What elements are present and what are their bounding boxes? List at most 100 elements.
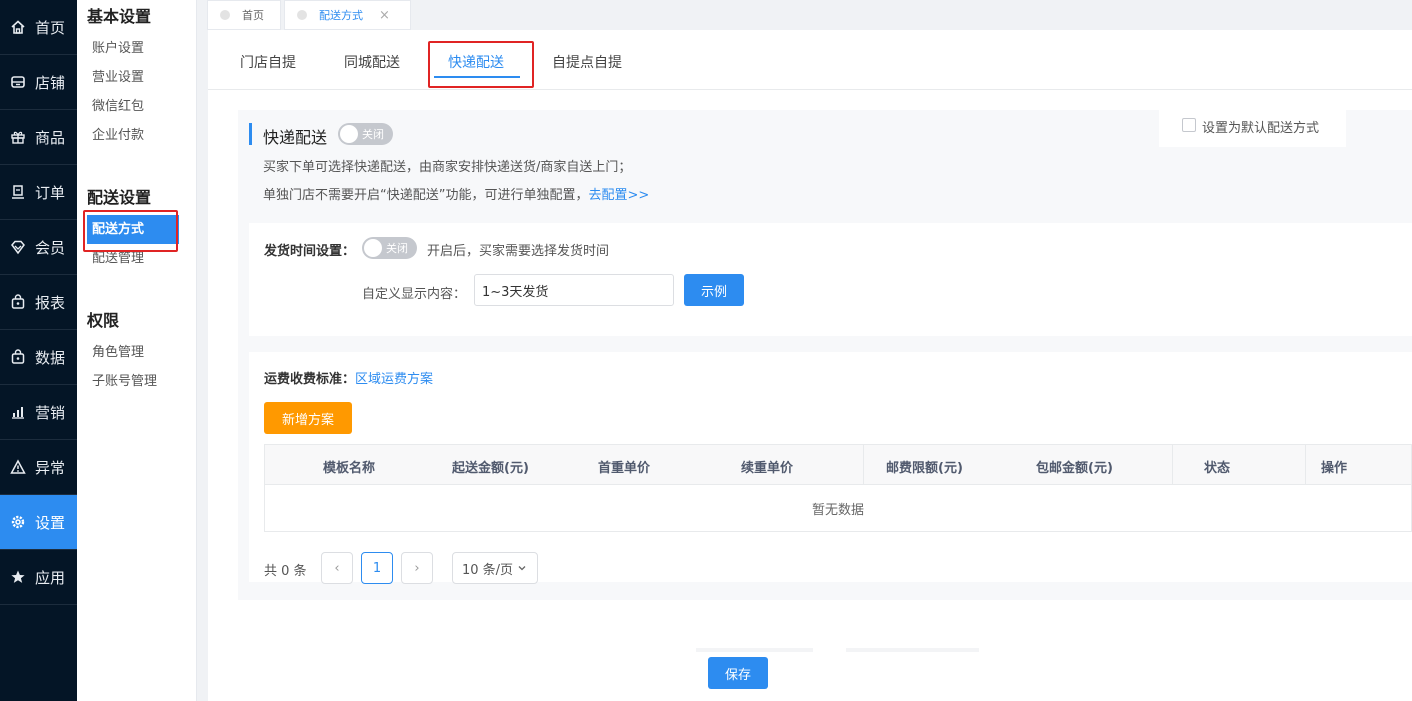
sidebar-item-label: 数据 [35, 348, 66, 367]
subnav-item-business[interactable]: 营业设置 [77, 63, 197, 92]
default-method-box: 设置为默认配送方式 [1159, 103, 1346, 147]
column-divider [863, 445, 864, 485]
gear-icon [9, 513, 27, 531]
subnav-item-wechat-redpacket[interactable]: 微信红包 [77, 92, 197, 121]
config-link[interactable]: 去配置>> [588, 188, 649, 203]
add-plan-button[interactable]: 新增方案 [264, 402, 352, 434]
pager-total: 共 0 条 [264, 564, 307, 579]
highlight-box-tab [428, 41, 534, 88]
page-tab-delivery-method[interactable]: 配送方式 × [284, 0, 411, 30]
section-accent-bar [249, 123, 252, 145]
subnav-item-roles[interactable]: 角色管理 [77, 338, 197, 367]
toggle-label: 关闭 [386, 242, 408, 255]
express-desc-2-text: 单独门店不需要开启“快递配送”功能，可进行单独配置， [263, 188, 589, 203]
warning-icon [9, 458, 27, 476]
tab-dot-icon [297, 10, 307, 20]
sidebar-item-apps[interactable]: 应用 [0, 550, 77, 605]
sidebar-item-label: 订单 [35, 183, 66, 202]
save-button[interactable]: 保存 [708, 657, 768, 689]
column-header: 包邮金额(元) [1036, 461, 1113, 476]
data-icon [9, 348, 27, 366]
subnav-item-subaccounts[interactable]: 子账号管理 [77, 367, 197, 396]
sidebar-item-data[interactable]: 数据 [0, 330, 77, 385]
toggle-label: 关闭 [362, 128, 384, 141]
highlight-box-subnav [83, 210, 178, 252]
tab-dot-icon [220, 10, 230, 20]
example-button[interactable]: 示例 [684, 274, 744, 306]
sidebar-item-label: 应用 [35, 568, 66, 587]
column-header: 模板名称 [323, 461, 376, 476]
subnav-group-permissions: 权限 [87, 311, 120, 330]
ship-time-toggle[interactable]: 关闭 [362, 237, 417, 259]
subnav-item-enterprise-payment[interactable]: 企业付款 [77, 121, 197, 150]
page-tab-label: 配送方式 [319, 9, 363, 22]
default-method-checkbox[interactable] [1182, 118, 1196, 132]
sidebar-item-settings[interactable]: 设置 [0, 495, 77, 550]
diamond-icon [9, 238, 27, 256]
page-size-value: 10 条/页 [462, 562, 514, 578]
main-sidebar: 首页 店铺 商品 订单 会员 报表 数据 营销 异常 设置 应用 [0, 0, 77, 701]
column-header: 邮费限额(元) [886, 461, 963, 476]
sidebar-item-label: 首页 [35, 18, 66, 37]
ship-time-hint: 开启后，买家需要选择发货时间 [427, 244, 610, 259]
star-icon [9, 568, 27, 586]
report-icon [9, 293, 27, 311]
column-header: 状态 [1204, 461, 1231, 476]
express-desc-2: 单独门店不需要开启“快递配送”功能，可进行单独配置，去配置>> [263, 184, 649, 203]
settings-subnav: 基本设置 账户设置 营业设置 微信红包 企业付款 配送设置 配送方式 配送管理 … [77, 0, 197, 701]
sidebar-item-store[interactable]: 店铺 [0, 55, 77, 110]
sidebar-item-label: 会员 [35, 238, 66, 257]
ship-time-card: 发货时间设置： 关闭 开启后，买家需要选择发货时间 自定义显示内容： 示例 [249, 223, 1412, 336]
column-divider [1305, 445, 1306, 485]
sidebar-item-label: 店铺 [35, 73, 66, 92]
tab-pickup-point[interactable]: 自提点自提 [552, 52, 622, 72]
sidebar-item-label: 商品 [35, 128, 66, 147]
footer-divider-right [846, 648, 979, 652]
default-method-label: 设置为默认配送方式 [1202, 121, 1320, 136]
sidebar-item-label: 报表 [35, 293, 66, 312]
chevron-down-icon [518, 566, 526, 571]
regional-freight-link[interactable]: 区域运费方案 [355, 372, 433, 387]
sidebar-item-reports[interactable]: 报表 [0, 275, 77, 330]
page-size-select[interactable]: 10 条/页 [452, 552, 538, 584]
pager-page-1[interactable]: 1 [361, 552, 393, 584]
sidebar-item-home[interactable]: 首页 [0, 0, 77, 55]
freight-table: 模板名称 起送金额(元) 首重单价 续重单价 邮费限额(元) 包邮金额(元) 状… [264, 444, 1412, 532]
gift-icon [9, 128, 27, 146]
sidebar-item-members[interactable]: 会员 [0, 220, 77, 275]
bar-chart-icon [9, 403, 27, 421]
ship-time-label: 发货时间设置： [264, 244, 356, 259]
sidebar-item-marketing[interactable]: 营销 [0, 385, 77, 440]
freight-standard: 运费收费标准：区域运费方案 [264, 368, 433, 387]
freight-label: 运费收费标准： [264, 372, 356, 387]
subnav-item-account[interactable]: 账户设置 [77, 34, 197, 63]
content-gutter [197, 30, 208, 701]
column-header: 首重单价 [598, 461, 651, 476]
close-icon[interactable]: × [379, 8, 390, 23]
pager-prev-button[interactable]: ‹ [321, 552, 353, 584]
express-toggle[interactable]: 关闭 [338, 123, 393, 145]
sidebar-item-orders[interactable]: 订单 [0, 165, 77, 220]
express-panel: 快递配送 关闭 设置为默认配送方式 买家下单可选择快递配送，由商家安排快递送货/… [238, 103, 1412, 600]
freight-card: 运费收费标准：区域运费方案 新增方案 模板名称 起送金额(元) 首重单价 续重单… [249, 352, 1412, 584]
order-icon [9, 183, 27, 201]
subnav-group-basic: 基本设置 [87, 7, 152, 26]
home-icon [9, 18, 27, 36]
sidebar-item-exceptions[interactable]: 异常 [0, 440, 77, 495]
store-icon [9, 73, 27, 91]
tab-city-delivery[interactable]: 同城配送 [344, 52, 400, 72]
pager-next-button[interactable]: › [401, 552, 433, 584]
express-desc-1: 买家下单可选择快递配送，由商家安排快递送货/商家自送上门； [263, 160, 632, 175]
main-content: 门店自提 同城配送 快递配送 自提点自提 快递配送 关闭 设置为默认配送方式 买… [208, 30, 1412, 701]
custom-content-label: 自定义显示内容： [362, 287, 467, 302]
delivery-tabs: 门店自提 同城配送 快递配送 自提点自提 [208, 30, 1412, 90]
tab-store-pickup[interactable]: 门店自提 [240, 52, 296, 72]
column-header: 起送金额(元) [452, 461, 529, 476]
sidebar-item-goods[interactable]: 商品 [0, 110, 77, 165]
page-tabs-bar: 首页 配送方式 × [197, 0, 1412, 30]
table-header: 模板名称 起送金额(元) 首重单价 续重单价 邮费限额(元) 包邮金额(元) 状… [265, 445, 1411, 485]
custom-content-input[interactable] [474, 274, 674, 306]
footer-divider-left [696, 648, 813, 652]
page-tab-home[interactable]: 首页 [207, 0, 281, 30]
column-divider [1172, 445, 1173, 485]
